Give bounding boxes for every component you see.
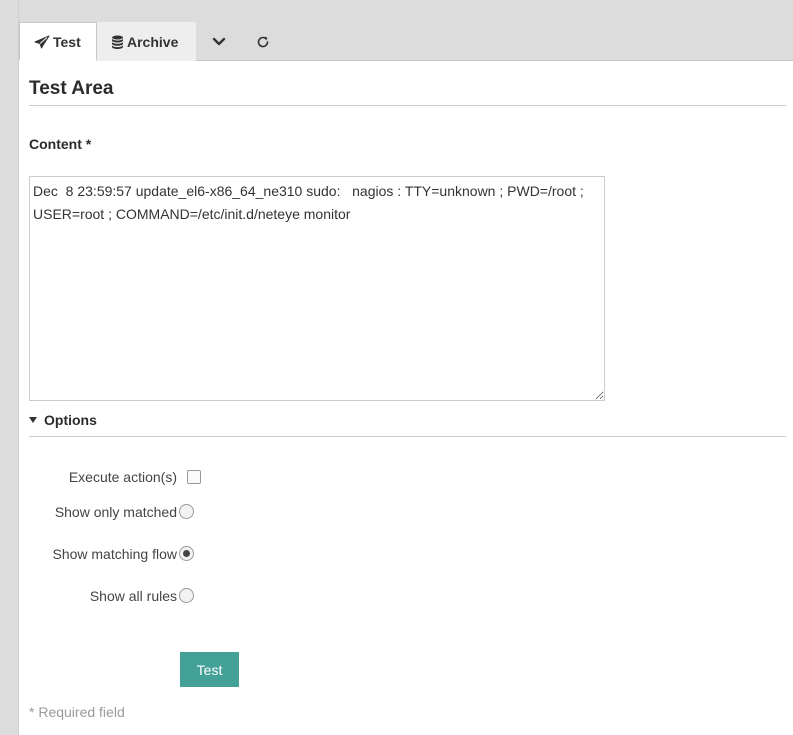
show-matching-flow-row: Show matching flow	[29, 544, 429, 564]
paper-plane-icon	[34, 35, 50, 49]
refresh-icon	[256, 35, 270, 49]
tab-bar: Test Archive	[19, 0, 793, 61]
caret-down-icon	[29, 417, 37, 423]
options-toggle[interactable]: Options	[29, 412, 97, 428]
dropdown-button[interactable]	[201, 22, 237, 61]
execute-actions-checkbox[interactable]	[187, 470, 201, 484]
chevron-down-icon	[212, 37, 226, 47]
refresh-button[interactable]	[245, 22, 281, 61]
show-matching-flow-radio[interactable]	[179, 546, 194, 561]
tab-test[interactable]: Test	[19, 22, 97, 61]
main-panel: Test Archive Test Area Content * Dec 8 2…	[18, 0, 793, 735]
execute-actions-label: Execute action(s)	[68, 469, 177, 485]
content-textarea[interactable]: Dec 8 23:59:57 update_el6-x86_64_ne310 s…	[29, 176, 605, 401]
show-all-rules-row: Show all rules	[29, 586, 429, 606]
execute-actions-row: Execute action(s)	[29, 467, 429, 487]
options-label: Options	[44, 412, 97, 428]
show-only-matched-radio[interactable]	[179, 504, 194, 519]
show-all-rules-radio[interactable]	[179, 588, 194, 603]
show-only-matched-label: Show only matched	[54, 504, 177, 520]
show-matching-flow-label: Show matching flow	[52, 546, 177, 562]
show-only-matched-row: Show only matched	[29, 502, 429, 522]
required-field-note: * Required field	[29, 704, 125, 720]
test-submit-button[interactable]: Test	[180, 652, 239, 687]
options-divider	[29, 436, 786, 437]
tab-archive[interactable]: Archive	[97, 22, 196, 61]
tab-archive-label: Archive	[127, 33, 179, 50]
show-all-rules-label: Show all rules	[89, 588, 177, 604]
content-label: Content *	[29, 136, 92, 152]
title-divider	[29, 105, 786, 106]
tab-test-label: Test	[53, 33, 81, 50]
page-title: Test Area	[29, 78, 114, 99]
database-icon	[111, 35, 124, 49]
